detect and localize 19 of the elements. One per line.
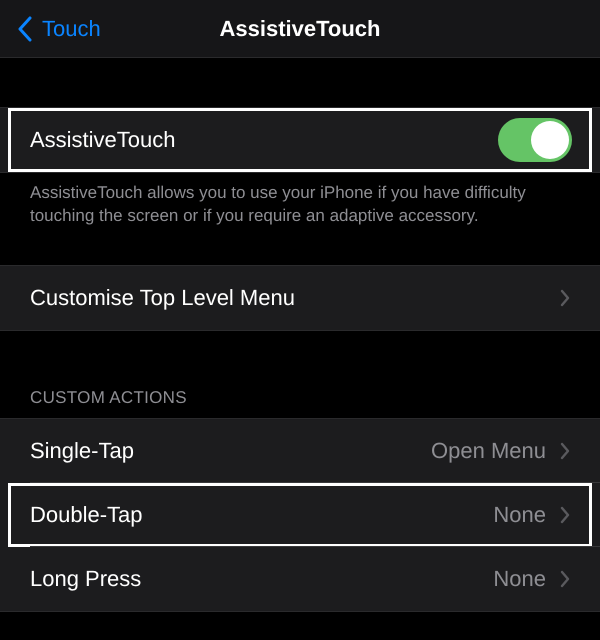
- row-value: Open Menu: [431, 438, 546, 464]
- section-footer: AssistiveTouch allows you to use your iPhone if you have difficulty touching the screen or if you require an adaptive accessory.: [0, 173, 600, 227]
- back-button[interactable]: Touch: [0, 14, 107, 42]
- chevron-right-icon: [560, 289, 570, 307]
- row-value: None: [493, 566, 546, 592]
- chevron-left-icon: [18, 16, 32, 42]
- row-label: Customise Top Level Menu: [30, 285, 296, 311]
- chevron-right-icon: [560, 506, 570, 524]
- settings-row[interactable]: AssistiveTouch: [8, 108, 592, 172]
- row-label: Single-Tap: [30, 438, 135, 464]
- row-label: AssistiveTouch: [30, 127, 177, 153]
- row-label: Long Press: [30, 566, 142, 592]
- toggle-switch[interactable]: [498, 118, 572, 162]
- chevron-right-icon: [560, 442, 570, 460]
- row-value: None: [493, 502, 546, 528]
- row-label: Double-Tap: [30, 502, 144, 528]
- screen-title: AssistiveTouch: [220, 16, 380, 40]
- section-header: CUSTOM ACTIONS: [29, 388, 188, 409]
- chevron-right-icon: [560, 570, 570, 588]
